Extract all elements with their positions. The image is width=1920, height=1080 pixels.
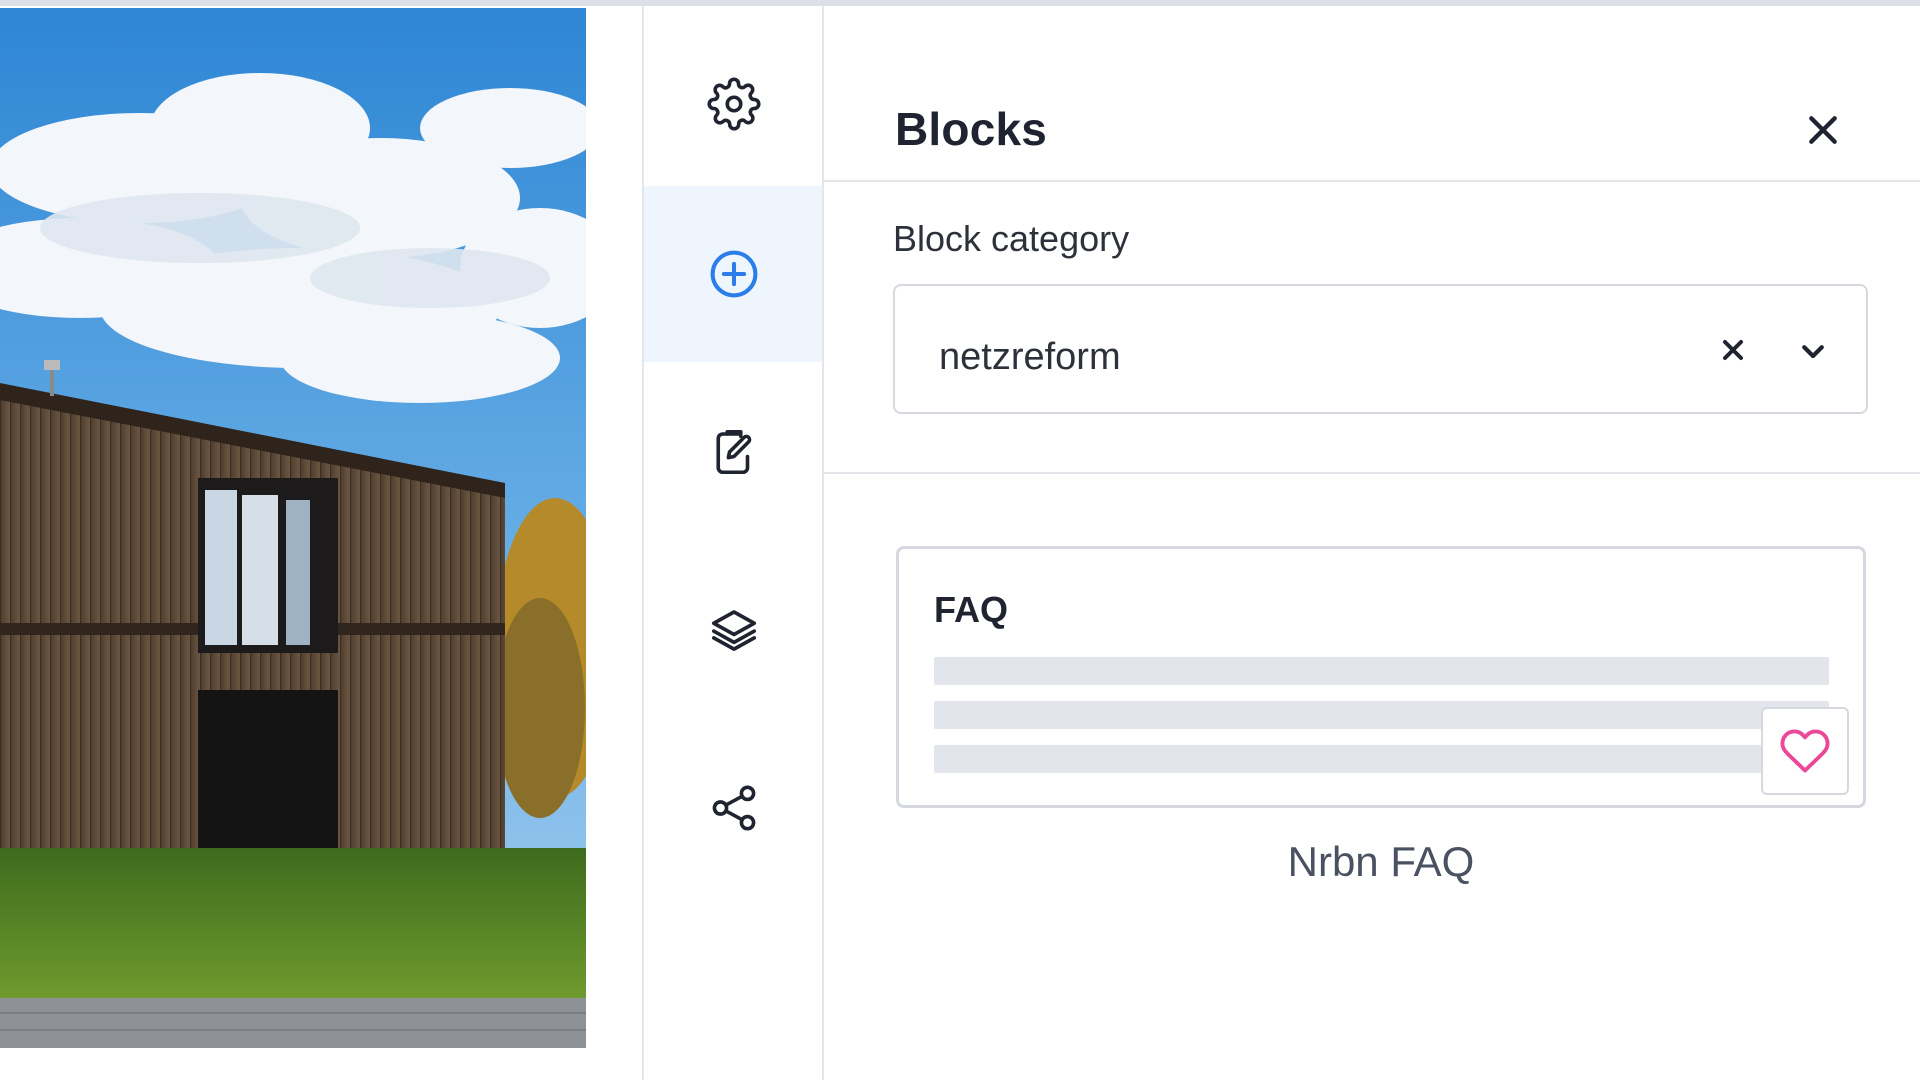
block-name-label: Nrbn FAQ [1287,838,1475,885]
close-icon[interactable] [1803,110,1843,150]
panel-title: Blocks [895,103,1048,155]
canvas-preview-image [0,8,586,1048]
layers-icon [711,610,757,651]
blocks-panel: Blocks Block category netzreform FAQ Nrb… [824,6,1920,1080]
plus-circle-icon [710,250,758,298]
rail-item-settings[interactable] [644,16,824,192]
panel-section-divider [824,472,1920,474]
skeleton-line [934,745,1829,773]
panel-header-divider [824,180,1920,182]
clear-icon[interactable] [1717,334,1749,366]
sidebar-rail [644,6,824,1080]
share-icon [712,785,756,831]
rail-item-add-block[interactable] [644,186,824,362]
heart-icon [1780,729,1830,773]
edit-note-icon [716,429,752,475]
block-card-title: FAQ [934,589,1009,630]
block-category-label: Block category [893,218,1130,259]
block-card-faq[interactable]: FAQ [896,546,1866,808]
favorite-button[interactable] [1761,707,1849,795]
block-category-value: netzreform [939,336,1121,378]
rail-item-layers[interactable] [644,542,824,718]
gear-icon [707,77,761,131]
skeleton-line [934,657,1829,685]
chevron-down-icon[interactable] [1798,338,1828,364]
block-category-select[interactable]: netzreform [893,284,1868,414]
rail-item-edit[interactable] [644,364,824,540]
rail-item-share[interactable] [644,720,824,896]
skeleton-line [934,701,1829,729]
